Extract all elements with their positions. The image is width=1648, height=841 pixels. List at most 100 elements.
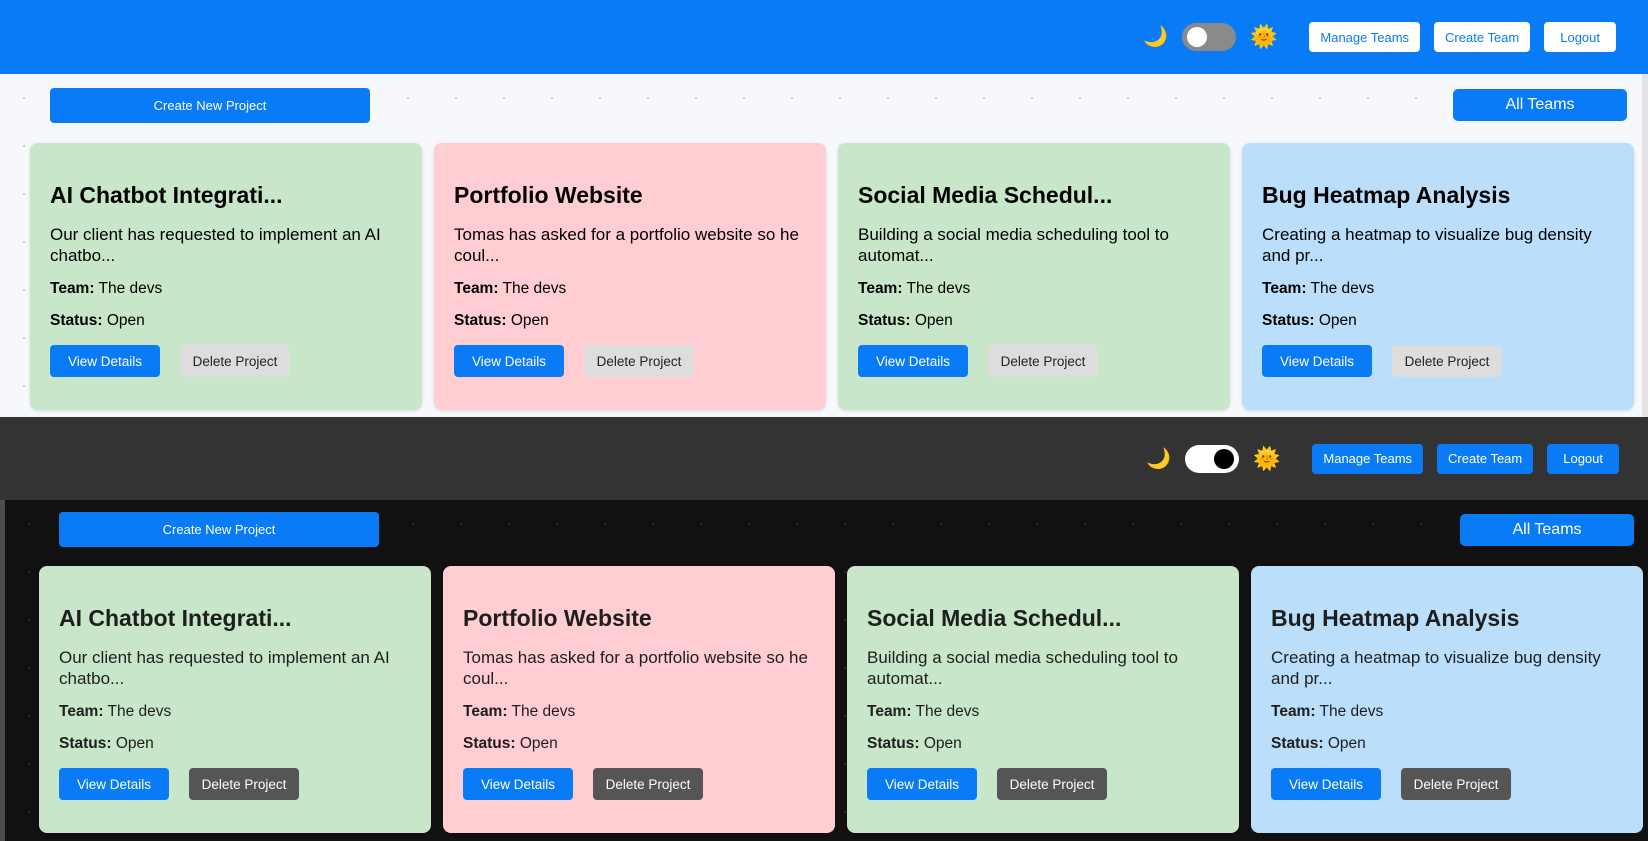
project-description: Building a social media scheduling tool … [867, 648, 1178, 688]
delete-project-button[interactable]: Delete Project [997, 768, 1107, 800]
status-value: Open [510, 312, 549, 329]
project-status: Status: Open [59, 735, 411, 753]
dashboard-content: Create New Project All Teams AI Chatbot … [0, 500, 1648, 841]
create-new-project-button[interactable]: Create New Project [59, 512, 379, 547]
project-card: Portfolio Website Tomas has asked for a … [434, 143, 826, 410]
card-actions: View Details Delete Project [858, 345, 1210, 377]
view-details-button[interactable]: View Details [50, 345, 160, 377]
project-title: Portfolio Website [463, 605, 652, 631]
view-details-button[interactable]: View Details [463, 768, 573, 800]
team-label: Team: [50, 280, 95, 297]
view-details-button[interactable]: View Details [59, 768, 169, 800]
status-value: Open [519, 735, 558, 752]
switch-knob [1213, 448, 1234, 469]
manage-teams-button[interactable]: Manage Teams [1312, 443, 1424, 474]
delete-project-button[interactable]: Delete Project [1392, 345, 1502, 377]
project-card: Social Media Schedul... Building a socia… [847, 566, 1239, 833]
project-card: Bug Heatmap Analysis Creating a heatmap … [1251, 566, 1643, 833]
project-status: Status: Open [50, 312, 402, 330]
manage-teams-button[interactable]: Manage Teams [1309, 22, 1421, 52]
team-value: The devs [511, 703, 576, 720]
project-status: Status: Open [454, 312, 806, 330]
delete-project-button[interactable]: Delete Project [988, 345, 1098, 377]
create-team-button[interactable]: Create Team [1434, 22, 1531, 52]
moon-icon: 🌙 [1143, 26, 1168, 48]
light-mode-view: 🌙 🌞 Manage Teams Create Team Logout Crea… [0, 0, 1648, 417]
project-title: Portfolio Website [454, 182, 643, 208]
delete-project-button[interactable]: Delete Project [1401, 768, 1511, 800]
team-filter-select[interactable]: All Teams [1460, 514, 1634, 546]
project-cards: AI Chatbot Integrati... Our client has r… [39, 566, 1643, 833]
status-value: Open [106, 312, 145, 329]
view-details-button[interactable]: View Details [454, 345, 564, 377]
card-actions: View Details Delete Project [50, 345, 402, 377]
theme-toggle-group: 🌙 🌞 [1143, 23, 1277, 51]
status-label: Status: [1262, 312, 1315, 329]
project-description: Creating a heatmap to visualize bug dens… [1271, 648, 1601, 688]
create-new-project-button[interactable]: Create New Project [50, 88, 370, 123]
delete-project-button[interactable]: Delete Project [593, 768, 703, 800]
project-status: Status: Open [858, 312, 1210, 330]
team-label: Team: [867, 703, 912, 720]
project-title: AI Chatbot Integrati... [59, 605, 292, 631]
team-label: Team: [1262, 280, 1307, 297]
sun-icon: 🌞 [1252, 445, 1281, 471]
delete-project-button[interactable]: Delete Project [180, 345, 290, 377]
team-label: Team: [858, 280, 903, 297]
team-value: The devs [1310, 280, 1375, 297]
team-label: Team: [454, 280, 499, 297]
project-title: AI Chatbot Integrati... [50, 182, 283, 208]
theme-switch[interactable] [1181, 23, 1236, 51]
status-value: Open [914, 312, 953, 329]
project-team: Team: The devs [59, 703, 411, 721]
project-description: Building a social media scheduling tool … [858, 225, 1169, 265]
delete-project-button[interactable]: Delete Project [584, 345, 694, 377]
team-value: The devs [1319, 703, 1384, 720]
project-cards: AI Chatbot Integrati... Our client has r… [30, 143, 1634, 410]
project-title: Social Media Schedul... [858, 182, 1113, 208]
project-team: Team: The devs [867, 703, 1219, 721]
logout-button[interactable]: Logout [1547, 443, 1619, 474]
project-status: Status: Open [463, 735, 815, 753]
team-value: The devs [98, 280, 163, 297]
project-card: Portfolio Website Tomas has asked for a … [443, 566, 835, 833]
status-value: Open [1327, 735, 1366, 752]
project-team: Team: The devs [1271, 703, 1623, 721]
theme-toggle-group: 🌙 🌞 [1146, 444, 1281, 473]
team-value: The devs [107, 703, 172, 720]
status-label: Status: [1271, 735, 1324, 752]
status-label: Status: [50, 312, 103, 329]
status-label: Status: [59, 735, 112, 752]
project-card: Social Media Schedul... Building a socia… [838, 143, 1230, 410]
logout-button[interactable]: Logout [1544, 22, 1616, 52]
project-title: Bug Heatmap Analysis [1271, 605, 1520, 631]
project-title: Bug Heatmap Analysis [1262, 182, 1511, 208]
card-actions: View Details Delete Project [867, 768, 1219, 800]
card-actions: View Details Delete Project [1262, 345, 1614, 377]
card-actions: View Details Delete Project [454, 345, 806, 377]
project-team: Team: The devs [50, 280, 402, 298]
theme-switch[interactable] [1184, 444, 1239, 473]
status-label: Status: [867, 735, 920, 752]
dark-mode-view: 🌙 🌞 Manage Teams Create Team Logout Crea… [0, 417, 1648, 841]
status-value: Open [923, 735, 962, 752]
create-team-button[interactable]: Create Team [1437, 443, 1534, 474]
header-bar: 🌙 🌞 Manage Teams Create Team Logout [0, 0, 1648, 74]
view-details-button[interactable]: View Details [867, 768, 977, 800]
status-value: Open [1318, 312, 1357, 329]
switch-knob [1186, 27, 1207, 47]
view-details-button[interactable]: View Details [1262, 345, 1372, 377]
card-actions: View Details Delete Project [463, 768, 815, 800]
sun-icon: 🌞 [1249, 24, 1278, 49]
team-label: Team: [1271, 703, 1316, 720]
team-filter-select[interactable]: All Teams [1453, 89, 1627, 121]
project-status: Status: Open [867, 735, 1219, 753]
view-details-button[interactable]: View Details [858, 345, 968, 377]
delete-project-button[interactable]: Delete Project [189, 768, 299, 800]
view-details-button[interactable]: View Details [1271, 768, 1381, 800]
project-description: Our client has requested to implement an… [50, 225, 381, 265]
project-card: AI Chatbot Integrati... Our client has r… [39, 566, 431, 833]
project-status: Status: Open [1271, 735, 1623, 753]
team-value: The devs [502, 280, 567, 297]
moon-icon: 🌙 [1146, 447, 1171, 470]
